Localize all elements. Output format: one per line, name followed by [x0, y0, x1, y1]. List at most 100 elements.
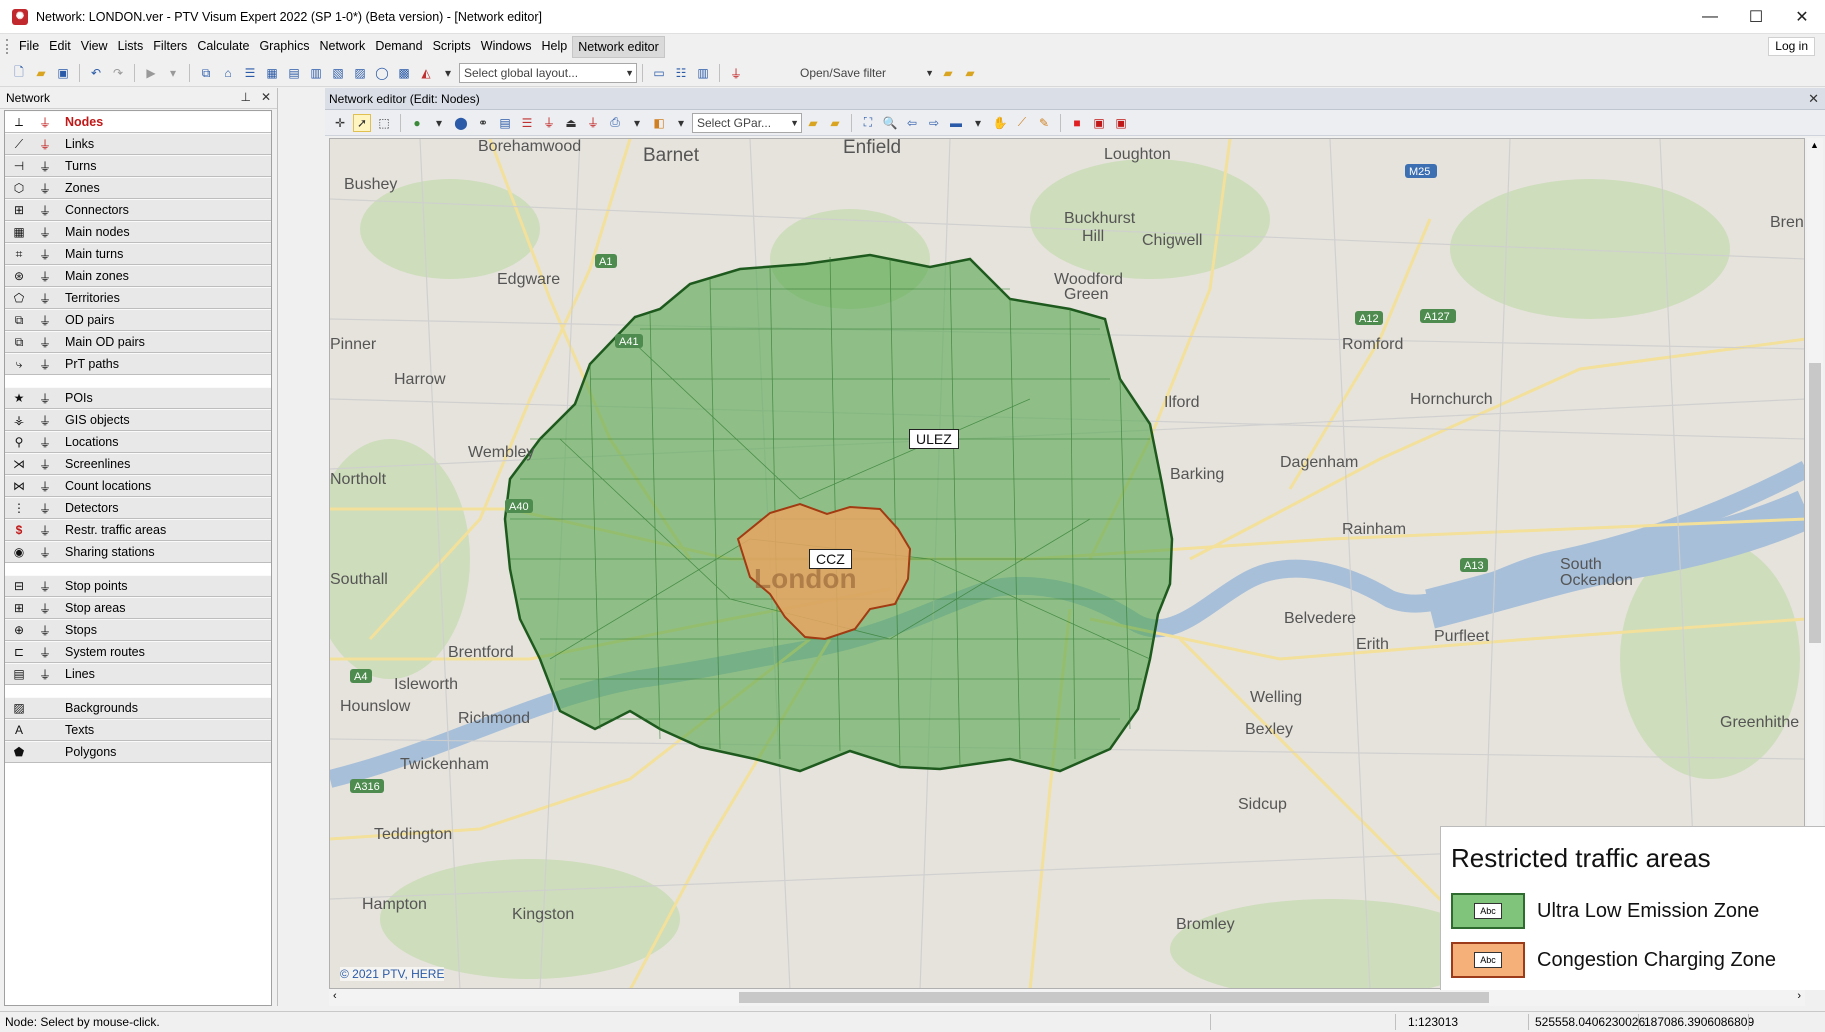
scroll-right-icon[interactable]: ›: [1797, 990, 1801, 1002]
views-icon[interactable]: ▬: [947, 114, 965, 132]
editor-close-icon[interactable]: ✕: [1808, 91, 1819, 107]
filter-icon[interactable]: ⏚: [37, 500, 53, 516]
run-icon[interactable]: ▶: [142, 64, 160, 82]
nav-item-detectors[interactable]: ⋮ ⏚ Detectors: [5, 497, 271, 519]
nav-item-od-pairs[interactable]: ⧉ ⏚ OD pairs: [5, 309, 271, 331]
next-view-icon[interactable]: ⇨: [925, 114, 943, 132]
filter-icon[interactable]: ⏚: [37, 434, 53, 450]
spatial-filter-icon[interactable]: ⏚: [540, 114, 558, 132]
grid-icon[interactable]: ▩: [395, 64, 413, 82]
nav-item-backgrounds[interactable]: ▨ Backgrounds: [5, 697, 271, 719]
timetable-icon[interactable]: ▤: [285, 64, 303, 82]
matrix-icon[interactable]: ▦: [263, 64, 281, 82]
horizontal-scrollbar[interactable]: ‹ ›: [329, 989, 1805, 1006]
layout-split-icon[interactable]: ☷: [672, 64, 690, 82]
nav-item-pois[interactable]: ★ ⏚ POIs: [5, 387, 271, 409]
nav-item-stop-points[interactable]: ⊟ ⏚ Stop points: [5, 575, 271, 597]
filter-icon[interactable]: ⏚: [37, 114, 53, 130]
nav-item-links[interactable]: ⟋ ⏚ Links: [5, 133, 271, 155]
layout-columns-icon[interactable]: ▥: [694, 64, 712, 82]
background-map-icon[interactable]: ●: [408, 114, 426, 132]
panel-close-icon[interactable]: ✕: [261, 90, 271, 104]
nav-item-nodes[interactable]: ⟂ ⏚ Nodes: [5, 111, 271, 133]
menu-network-editor[interactable]: Network editor: [572, 35, 665, 58]
measure-icon[interactable]: ⟋: [1013, 114, 1031, 132]
filter-icon[interactable]: ⏚: [37, 544, 53, 560]
filter-icon[interactable]: ⏚: [37, 312, 53, 328]
menu-filters[interactable]: Filters: [148, 36, 192, 58]
nav-item-system-routes[interactable]: ⊏ ⏚ System routes: [5, 641, 271, 663]
location-pin-icon[interactable]: ⬤: [452, 114, 470, 132]
filter-icon[interactable]: ⏚: [37, 478, 53, 494]
minimize-button[interactable]: —: [1687, 0, 1733, 34]
select-icon[interactable]: ➚: [353, 113, 371, 132]
open-filter-icon[interactable]: ▰: [939, 64, 957, 82]
redo-icon[interactable]: ↷: [109, 64, 127, 82]
nav-item-texts[interactable]: A Texts: [5, 719, 271, 741]
filter-icon[interactable]: ⏚: [37, 522, 53, 538]
horizontal-scroll-thumb[interactable]: [739, 992, 1489, 1003]
save-icon[interactable]: ▣: [54, 64, 72, 82]
nav-item-screenlines[interactable]: ⋊ ⏚ Screenlines: [5, 453, 271, 475]
maximize-button[interactable]: ☐: [1733, 0, 1779, 34]
filter-icon[interactable]: ⏚: [37, 136, 53, 152]
isochrone-icon[interactable]: ⏏: [562, 114, 580, 132]
color-chart-icon[interactable]: ◭: [417, 64, 435, 82]
menu-graphics[interactable]: Graphics: [254, 36, 314, 58]
graph-icon[interactable]: ▧: [329, 64, 347, 82]
dropdown-icon[interactable]: ▾: [628, 114, 646, 132]
filter-icon[interactable]: ⏚: [37, 334, 53, 350]
close-button[interactable]: ✕: [1779, 0, 1825, 34]
menu-help[interactable]: Help: [536, 36, 572, 58]
dropdown-icon[interactable]: ▾: [430, 114, 448, 132]
save-gpar-icon[interactable]: ▰: [826, 114, 844, 132]
open-folder-icon[interactable]: ▰: [32, 64, 50, 82]
nav-item-main-zones[interactable]: ⊛ ⏚ Main zones: [5, 265, 271, 287]
dropdown-icon[interactable]: ▾: [439, 64, 457, 82]
nav-item-locations[interactable]: ⚲ ⏚ Locations: [5, 431, 271, 453]
nav-item-turns[interactable]: ⊣ ⏚ Turns: [5, 155, 271, 177]
nav-item-prt-paths[interactable]: ⤷ ⏚ PrT paths: [5, 353, 271, 375]
filter-icon[interactable]: ⏚: [37, 268, 53, 284]
menu-windows[interactable]: Windows: [476, 36, 537, 58]
open-save-filter-button[interactable]: Open/Save filter ▼: [757, 63, 937, 83]
open-gpar-icon[interactable]: ▰: [804, 114, 822, 132]
save-filter-icon[interactable]: ▰: [961, 64, 979, 82]
dropdown-icon[interactable]: ▾: [969, 114, 987, 132]
filter-icon[interactable]: ⏚: [37, 390, 53, 406]
login-button[interactable]: Log in: [1768, 37, 1815, 56]
list-icon[interactable]: ☰: [241, 64, 259, 82]
menu-demand[interactable]: Demand: [370, 36, 427, 58]
network-view-icon[interactable]: ⧉: [197, 64, 215, 82]
graphic-parameters-icon[interactable]: ◧: [650, 114, 668, 132]
nav-item-territories[interactable]: ⬠ ⏚ Territories: [5, 287, 271, 309]
nav-item-polygons[interactable]: ⬟ Polygons: [5, 741, 271, 763]
filter-icon[interactable]: ⏚: [37, 600, 53, 616]
chart-icon[interactable]: ▨: [351, 64, 369, 82]
pin-icon[interactable]: ⊥: [240, 90, 250, 104]
vertical-scroll-thumb[interactable]: [1809, 363, 1821, 643]
menu-network[interactable]: Network: [314, 36, 370, 58]
menu-scripts[interactable]: Scripts: [428, 36, 476, 58]
binoculars-icon[interactable]: ⚭: [474, 114, 492, 132]
home-icon[interactable]: ⌂: [219, 64, 237, 82]
pan-hand-icon[interactable]: ✋: [991, 114, 1009, 132]
nav-item-zones[interactable]: ⬡ ⏚ Zones: [5, 177, 271, 199]
filter-icon[interactable]: ⏚: [37, 180, 53, 196]
draw-icon[interactable]: ✎: [1035, 114, 1053, 132]
schedule-icon[interactable]: ▥: [307, 64, 325, 82]
global-layout-select[interactable]: Select global layout... ▼: [459, 63, 637, 83]
filter-icon[interactable]: ⏚: [37, 412, 53, 428]
menu-view[interactable]: View: [76, 36, 113, 58]
undo-icon[interactable]: ↶: [87, 64, 105, 82]
nav-item-stop-areas[interactable]: ⊞ ⏚ Stop areas: [5, 597, 271, 619]
menu-edit[interactable]: Edit: [44, 36, 76, 58]
menu-file[interactable]: File: [14, 36, 44, 58]
zoom-in-icon[interactable]: 🔍: [881, 114, 899, 132]
select-area-icon[interactable]: ⬚: [375, 114, 393, 132]
dropdown-icon[interactable]: ▾: [672, 114, 690, 132]
nav-item-main-turns[interactable]: ⌗ ⏚ Main turns: [5, 243, 271, 265]
nav-item-main-nodes[interactable]: ▦ ⏚ Main nodes: [5, 221, 271, 243]
filter-icon[interactable]: ⏚: [37, 578, 53, 594]
nav-item-gis-objects[interactable]: ⚶ ⏚ GIS objects: [5, 409, 271, 431]
